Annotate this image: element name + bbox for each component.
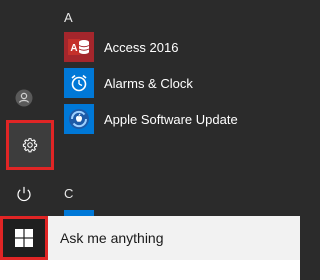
power-button[interactable] <box>0 172 48 216</box>
taskbar: Ask me anything <box>0 216 300 280</box>
app-item-alarms[interactable]: Alarms & Clock <box>64 66 294 100</box>
gear-icon <box>22 138 38 153</box>
start-menu-rail <box>0 0 54 216</box>
taskbar-lower-area <box>0 260 300 280</box>
section-letter-c[interactable]: C <box>64 186 73 201</box>
settings-button[interactable] <box>6 120 54 170</box>
app-label-access: Access 2016 <box>104 39 179 55</box>
apple-update-icon <box>69 109 89 129</box>
user-account-button[interactable] <box>0 74 48 122</box>
alarm-clock-icon <box>71 74 87 92</box>
section-letter-a[interactable]: A <box>64 10 73 25</box>
app-tile-alarms <box>64 68 94 98</box>
start-menu: A A Access 2016 Alarms & Clock Apple Sof… <box>0 0 300 216</box>
windows-logo-icon <box>15 229 33 247</box>
app-label-apple-update: Apple Software Update <box>104 111 238 127</box>
start-button[interactable] <box>0 216 48 260</box>
app-tile-apple-update <box>64 104 94 134</box>
svg-text:A: A <box>70 43 77 54</box>
app-item-apple-update[interactable]: Apple Software Update <box>64 102 294 136</box>
app-tile-access: A <box>64 32 94 62</box>
access-icon: A <box>68 39 90 55</box>
app-label-alarms: Alarms & Clock <box>104 75 193 91</box>
user-icon <box>15 89 33 107</box>
power-icon <box>17 186 31 202</box>
search-box[interactable]: Ask me anything <box>48 216 300 260</box>
search-placeholder: Ask me anything <box>60 230 164 246</box>
app-item-access[interactable]: A Access 2016 <box>64 30 294 64</box>
